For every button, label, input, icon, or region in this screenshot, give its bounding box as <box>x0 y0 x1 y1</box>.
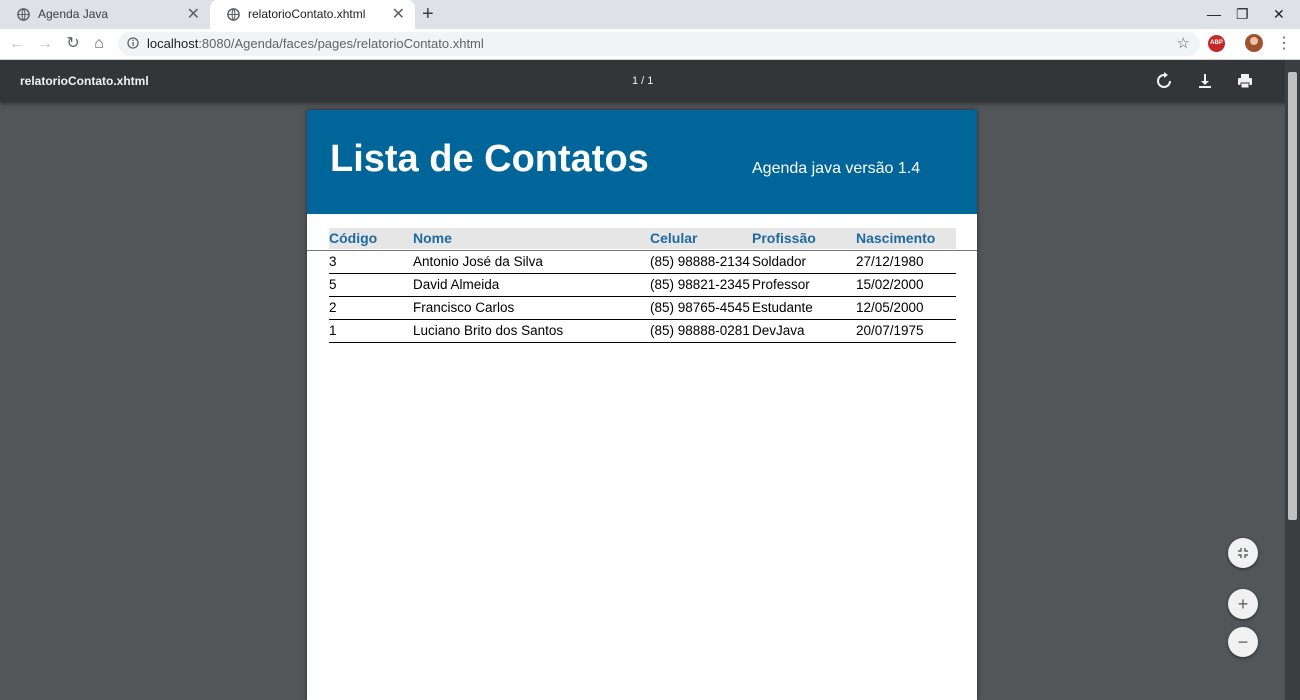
cell-nascimento: 27/12/1980 <box>856 254 924 269</box>
report-header-banner: Lista de Contatos Agenda java versão 1.4 <box>307 110 977 214</box>
bookmark-star-icon[interactable]: ☆ <box>1177 32 1190 56</box>
minus-icon: − <box>1237 632 1249 652</box>
reload-icon[interactable]: ↻ <box>62 29 84 59</box>
cell-codigo: 1 <box>329 323 337 338</box>
column-header-profissao: Profissão <box>752 230 816 246</box>
forward-icon[interactable]: → <box>34 29 56 59</box>
pdf-page-count: 1 / 1 <box>632 75 654 87</box>
rotate-icon[interactable] <box>1154 71 1174 91</box>
globe-icon <box>227 8 240 21</box>
cell-celular: (85) 98821-2345 <box>650 277 750 292</box>
cell-celular: (85) 98888-0281 <box>650 323 750 338</box>
plus-icon: + <box>1237 594 1249 614</box>
menu-kebab-icon[interactable]: ⋮ <box>1276 29 1292 59</box>
zoom-in-button[interactable]: + <box>1228 589 1258 619</box>
cell-nome: Luciano Brito dos Santos <box>413 323 564 338</box>
cell-nascimento: 12/05/2000 <box>856 300 924 315</box>
cell-celular: (85) 98765-4545 <box>650 300 750 315</box>
zoom-out-button[interactable]: − <box>1228 627 1258 657</box>
close-window-icon[interactable]: ✕ <box>1273 0 1285 29</box>
close-tab-icon[interactable]: ✕ <box>187 0 200 29</box>
download-icon[interactable] <box>1195 71 1215 91</box>
vertical-scrollbar[interactable] <box>1285 60 1300 700</box>
tab-title: Agenda Java <box>38 7 109 21</box>
address-bar[interactable]: localhost:8080/Agenda/faces/pages/relato… <box>118 32 1200 56</box>
close-tab-icon[interactable]: ✕ <box>392 0 405 29</box>
report-subtitle: Agenda java versão 1.4 <box>752 160 921 177</box>
tab-relatorio-contato[interactable]: relatorioContato.xhtml ✕ <box>210 0 415 29</box>
url-text[interactable]: localhost:8080/Agenda/faces/pages/relato… <box>147 32 484 56</box>
cell-nome: Antonio José da Silva <box>413 254 543 269</box>
print-icon[interactable] <box>1235 71 1255 91</box>
info-icon[interactable] <box>127 37 139 49</box>
cell-nome: Francisco Carlos <box>413 300 515 315</box>
home-icon[interactable]: ⌂ <box>88 29 110 59</box>
pdf-page: Lista de Contatos Agenda java versão 1.4… <box>307 110 977 700</box>
table-header: Código Nome Celular Profissão Nascimento <box>329 228 956 249</box>
tab-strip: Agenda Java ✕ relatorioContato.xhtml ✕ +… <box>0 0 1300 29</box>
fit-to-page-icon <box>1238 548 1248 558</box>
cell-celular: (85) 98888-2134 <box>650 254 750 269</box>
minimize-icon[interactable]: — <box>1207 0 1221 29</box>
url-path: :8080/Agenda/faces/pages/relatorioContat… <box>198 36 484 51</box>
cell-codigo: 2 <box>329 300 337 315</box>
cell-nome: David Almeida <box>413 277 500 292</box>
browser-toolbar: ← → ↻ ⌂ localhost:8080/Agenda/faces/page… <box>0 29 1300 60</box>
fit-page-button[interactable] <box>1228 538 1258 568</box>
cell-codigo: 5 <box>329 277 337 292</box>
column-header-codigo: Código <box>329 230 378 246</box>
table-row: 2 Francisco Carlos (85) 98765-4545 Estud… <box>329 297 956 320</box>
profile-avatar[interactable] <box>1245 34 1263 52</box>
table-row: 1 Luciano Brito dos Santos (85) 98888-02… <box>329 320 956 343</box>
cell-nascimento: 15/02/2000 <box>856 277 924 292</box>
cell-profissao: Estudante <box>752 300 813 315</box>
pdf-file-title: relatorioContato.xhtml <box>20 74 149 88</box>
pdf-toolbar: relatorioContato.xhtml 1 / 1 <box>0 60 1300 102</box>
column-header-nascimento: Nascimento <box>856 230 936 246</box>
cell-profissao: Soldador <box>752 254 807 269</box>
new-tab-button[interactable]: + <box>422 0 434 29</box>
scrollbar-thumb[interactable] <box>1288 72 1297 520</box>
globe-icon <box>17 8 30 21</box>
report-title: Lista de Contatos <box>330 138 649 180</box>
table-row: 5 David Almeida (85) 98821-2345 Professo… <box>329 274 956 297</box>
column-header-nome: Nome <box>413 230 452 246</box>
back-icon[interactable]: ← <box>6 29 28 59</box>
cell-profissao: Professor <box>752 277 810 292</box>
adblock-plus-icon[interactable]: ABP <box>1208 35 1225 52</box>
cell-profissao: DevJava <box>752 323 805 338</box>
tab-title: relatorioContato.xhtml <box>248 7 366 21</box>
column-header-celular: Celular <box>650 230 698 246</box>
cell-nascimento: 20/07/1975 <box>856 323 924 338</box>
restore-icon[interactable]: ❐ <box>1236 0 1249 29</box>
cell-codigo: 3 <box>329 254 337 269</box>
tab-agenda-java[interactable]: Agenda Java ✕ <box>0 0 210 29</box>
url-host: localhost <box>147 36 199 51</box>
table-row: 3 Antonio José da Silva (85) 98888-2134 … <box>329 251 956 274</box>
